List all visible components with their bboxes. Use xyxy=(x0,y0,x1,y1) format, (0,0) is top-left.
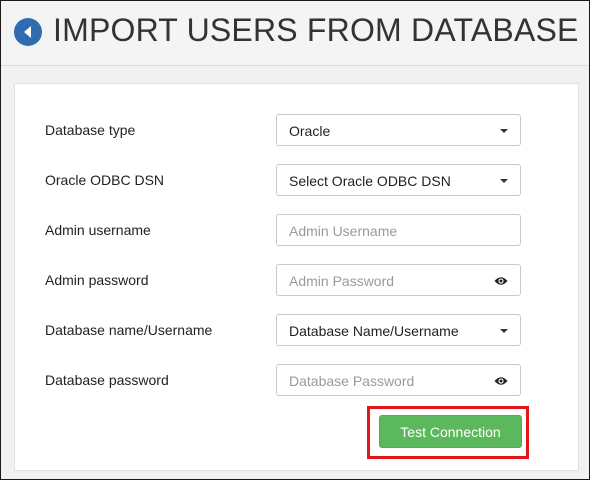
db-password-label: Database password xyxy=(45,372,169,388)
odbc-dsn-label: Oracle ODBC DSN xyxy=(45,172,165,188)
database-type-select[interactable]: Oracle xyxy=(276,114,521,146)
db-name-select[interactable]: Database Name/Username xyxy=(276,314,521,346)
admin-username-field[interactable]: Admin Username xyxy=(276,214,521,246)
odbc-dsn-select[interactable]: Select Oracle ODBC DSN xyxy=(276,164,521,196)
db-name-label: Database name/Username xyxy=(45,322,213,338)
page-title: IMPORT USERS FROM DATABASE xyxy=(53,12,579,48)
admin-username-label: Admin username xyxy=(45,222,151,238)
chevron-down-icon xyxy=(500,179,508,183)
db-password-placeholder: Database Password xyxy=(289,373,415,389)
db-name-value: Database Name/Username xyxy=(289,323,459,339)
db-password-field[interactable]: Database Password xyxy=(276,364,521,396)
admin-password-label: Admin password xyxy=(45,272,149,288)
database-type-value: Oracle xyxy=(289,123,331,139)
admin-username-placeholder: Admin Username xyxy=(289,223,398,239)
database-type-label: Database type xyxy=(45,122,136,138)
eye-icon[interactable] xyxy=(494,376,508,386)
eye-icon[interactable] xyxy=(494,276,508,286)
back-button[interactable] xyxy=(14,18,42,46)
admin-password-field[interactable]: Admin Password xyxy=(276,264,521,296)
back-arrow-icon xyxy=(24,26,31,38)
import-users-window: IMPORT USERS FROM DATABASE Database type… xyxy=(0,0,590,480)
admin-password-placeholder: Admin Password xyxy=(289,273,395,289)
odbc-dsn-value: Select Oracle ODBC DSN xyxy=(289,173,451,189)
chevron-down-icon xyxy=(500,329,508,333)
test-connection-button[interactable]: Test Connection xyxy=(379,415,522,448)
page-header: IMPORT USERS FROM DATABASE xyxy=(1,1,589,66)
chevron-down-icon xyxy=(500,129,508,133)
